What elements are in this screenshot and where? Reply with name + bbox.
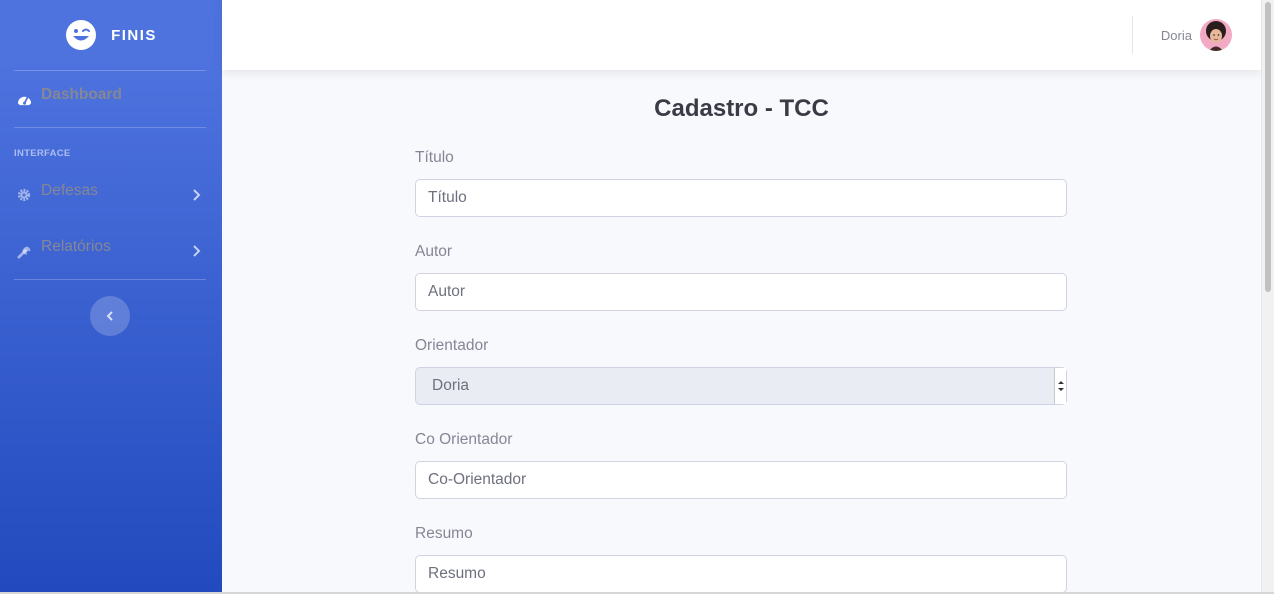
sidebar: FINIS Dashboard INTERFACE Defesas Relató… [0,0,222,594]
main-content: Cadastro - TCC Título Autor Orientador D… [222,70,1261,594]
sidebar-item-dashboard[interactable]: Dashboard [0,71,222,127]
orientador-label: Orientador [415,337,489,354]
sidebar-item-label: Dashboard [41,85,122,103]
wrench-icon [16,243,32,259]
avatar [1200,19,1232,51]
brand[interactable]: FINIS [0,0,222,70]
coorientador-label: Co Orientador [415,431,513,448]
orientador-selected-value: Doria [432,377,470,394]
scrollbar-thumb[interactable] [1265,2,1271,292]
cog-icon [16,187,32,203]
topbar: Doria [222,0,1261,70]
resumo-label: Resumo [415,525,473,542]
sidebar-item-label: Defesas [41,181,98,199]
autor-input[interactable] [415,273,1067,311]
sidebar-item-label: Relatórios [41,237,111,255]
chevron-right-icon [193,245,201,257]
tcc-form: Título Autor Orientador Doria Co Orienta… [415,146,1067,594]
sidebar-toggle-button[interactable] [90,296,130,336]
page-scrollbar[interactable] [1261,0,1274,594]
dropdown-arrow-icon[interactable] [1054,368,1066,404]
sidebar-item-defesas[interactable]: Defesas [0,167,222,223]
orientador-select[interactable]: Doria [415,367,1067,405]
sidebar-divider [14,279,206,280]
chevron-left-icon [106,311,113,321]
user-dropdown[interactable]: Doria [1161,19,1232,51]
chevron-right-icon [193,189,201,201]
page-title: Cadastro - TCC [654,95,829,122]
titulo-label: Título [415,149,454,166]
user-name: Doria [1160,27,1192,43]
laugh-wink-icon [66,20,97,50]
topbar-divider [1132,16,1133,54]
sidebar-item-relatorios[interactable]: Relatórios [0,223,222,279]
brand-name: FINIS [111,26,157,44]
sidebar-heading: INTERFACE [14,148,71,159]
autor-label: Autor [415,243,453,260]
titulo-input[interactable] [415,179,1067,217]
resumo-input[interactable] [415,555,1067,593]
tachometer-icon [16,91,32,107]
coorientador-input[interactable] [415,461,1067,499]
